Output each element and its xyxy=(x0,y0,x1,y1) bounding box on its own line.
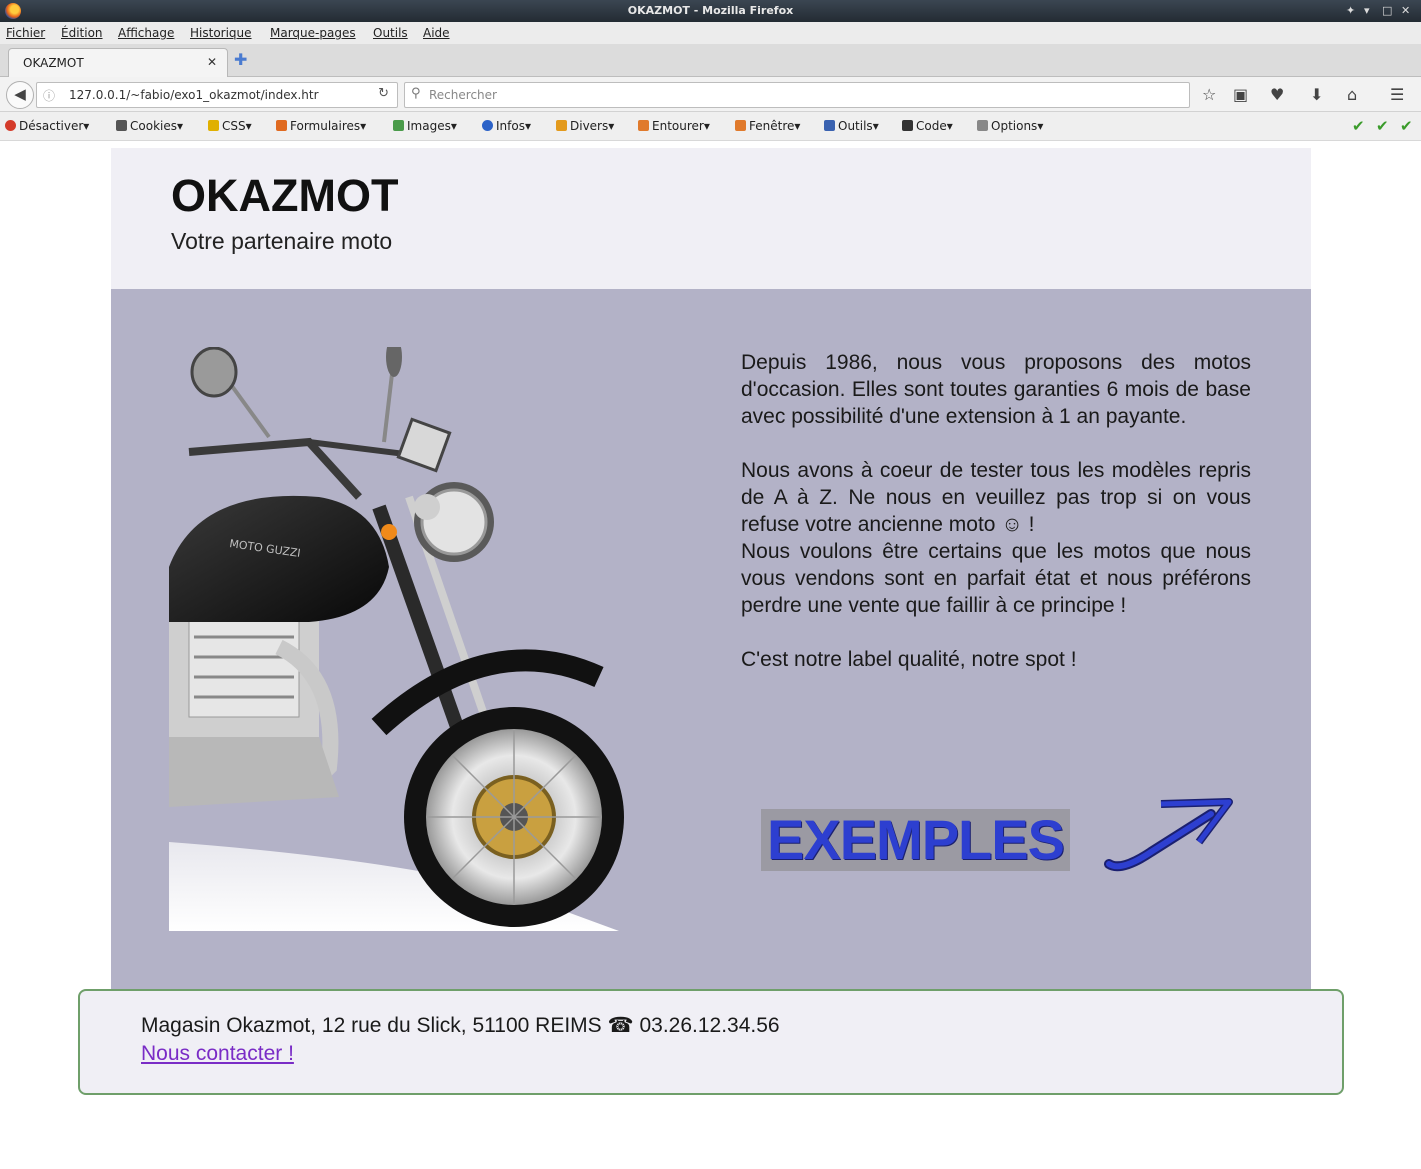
dev-css[interactable]: CSS▾ xyxy=(208,119,252,133)
html-valid-check-icon[interactable]: ✔ xyxy=(1376,117,1389,135)
dev-infos[interactable]: Infos▾ xyxy=(482,119,531,133)
code-icon xyxy=(902,120,913,131)
dev-divers[interactable]: Divers▾ xyxy=(556,119,614,133)
site-info-icon[interactable]: ⓘ xyxy=(43,87,55,104)
paragraph-quality: Nous voulons être certains que les motos… xyxy=(741,540,1251,617)
screenshot-icon[interactable]: ▣ xyxy=(1233,85,1248,104)
paragraph-intro: Depuis 1986, nous vous proposons des mot… xyxy=(741,351,1251,428)
navigation-bar: ◀ ⓘ 127.0.0.1/~fabio/exo1_okazmot/index.… xyxy=(0,77,1421,112)
hamburger-menu-icon[interactable]: ☰ xyxy=(1390,85,1404,104)
exemples-link[interactable]: EXEMPLES xyxy=(761,794,1241,884)
misc-icon xyxy=(556,120,567,131)
menu-edition[interactable]: Édition xyxy=(61,26,103,40)
address-text[interactable]: 127.0.0.1/~fabio/exo1_okazmot/index.htr xyxy=(69,88,319,102)
tools-icon xyxy=(824,120,835,131)
pocket-icon[interactable]: ♥ xyxy=(1270,85,1284,104)
menu-aide[interactable]: Aide xyxy=(423,26,450,40)
web-developer-toolbar: Désactiver▾ Cookies▾ CSS▾ Formulaires▾ I… xyxy=(0,112,1421,141)
window-close-icon[interactable]: ✕ xyxy=(1401,4,1410,17)
menu-fichier[interactable]: Fichier xyxy=(6,26,45,40)
dev-images[interactable]: Images▾ xyxy=(393,119,457,133)
window-pin-icon[interactable]: ✦ xyxy=(1346,4,1355,17)
back-arrow-icon[interactable]: ◀ xyxy=(6,81,34,109)
dev-cookies[interactable]: Cookies▾ xyxy=(116,119,183,133)
download-icon[interactable]: ⬇ xyxy=(1310,85,1323,104)
menu-affichage[interactable]: Affichage xyxy=(118,26,174,40)
dev-code[interactable]: Code▾ xyxy=(902,119,953,133)
arrow-icon[interactable] xyxy=(1101,794,1233,874)
site-logo: OKAZMOT xyxy=(171,170,399,221)
css-valid-check-icon[interactable]: ✔ xyxy=(1352,117,1365,135)
tab-bar: OKAZMOT ✕ xyxy=(0,44,1421,77)
reload-icon[interactable]: ↻ xyxy=(378,86,389,101)
window-minimize-icon[interactable]: ▾ xyxy=(1364,4,1370,17)
resize-icon xyxy=(735,120,746,131)
info-icon xyxy=(482,120,493,131)
window-titlebar: OKAZMOT - Mozilla Firefox ✦ ▾ □ ✕ xyxy=(0,0,1421,22)
search-placeholder[interactable]: Rechercher xyxy=(429,88,497,102)
disable-icon xyxy=(5,120,16,131)
tab-okazmot[interactable]: OKAZMOT ✕ xyxy=(8,48,228,77)
search-icon: ⚲ xyxy=(411,86,421,101)
menu-bar: Fichier Édition Affichage Historique Mar… xyxy=(0,22,1421,45)
menu-outils[interactable]: Outils xyxy=(373,26,408,40)
outline-pencil-icon xyxy=(638,120,649,131)
home-icon[interactable]: ⌂ xyxy=(1347,85,1357,104)
forms-icon xyxy=(276,120,287,131)
js-valid-check-icon[interactable]: ✔ xyxy=(1400,117,1413,135)
dev-formulaires[interactable]: Formulaires▾ xyxy=(276,119,366,133)
page-viewport: OKAZMOT Votre partenaire moto MOTO GUZZI… xyxy=(0,141,1421,1169)
exemples-label[interactable]: EXEMPLES xyxy=(761,809,1070,871)
bookmark-star-icon[interactable]: ☆ xyxy=(1202,85,1216,104)
description-text: Depuis 1986, nous vous proposons des mot… xyxy=(741,349,1251,673)
menu-historique[interactable]: Historique xyxy=(190,26,252,40)
paragraph-label: C'est notre label qualité, notre spot ! xyxy=(741,648,1077,671)
tab-label: OKAZMOT xyxy=(23,56,84,70)
new-tab-icon[interactable]: ✚ xyxy=(234,50,247,69)
dev-outils[interactable]: Outils▾ xyxy=(824,119,879,133)
window-title: OKAZMOT - Mozilla Firefox xyxy=(627,4,794,17)
site-tagline: Votre partenaire moto xyxy=(171,228,393,254)
search-box[interactable]: ⚲ Rechercher xyxy=(404,82,1190,108)
motorcycle-image: MOTO GUZZI xyxy=(169,347,624,931)
paragraph-testing: Nous avons à coeur de tester tous les mo… xyxy=(741,459,1251,536)
dev-options[interactable]: Options▾ xyxy=(977,119,1043,133)
site-header: OKAZMOT Votre partenaire moto xyxy=(111,148,1311,289)
dev-fenetre[interactable]: Fenêtre▾ xyxy=(735,119,800,133)
tab-close-icon[interactable]: ✕ xyxy=(207,55,217,69)
store-address: Magasin Okazmot, 12 rue du Slick, 51100 … xyxy=(141,1014,780,1037)
cookie-icon xyxy=(116,120,127,131)
window-maximize-icon[interactable]: □ xyxy=(1382,4,1392,17)
address-bar[interactable]: ⓘ 127.0.0.1/~fabio/exo1_okazmot/index.ht… xyxy=(36,82,398,108)
main-section: MOTO GUZZI Depuis 1986, nous vous propos… xyxy=(111,289,1311,989)
menu-marque-pages[interactable]: Marque-pages xyxy=(270,26,356,40)
site-footer: Magasin Okazmot, 12 rue du Slick, 51100 … xyxy=(78,989,1344,1095)
options-icon xyxy=(977,120,988,131)
dev-desactiver[interactable]: Désactiver▾ xyxy=(5,119,89,133)
images-icon xyxy=(393,120,404,131)
css-pencil-icon xyxy=(208,120,219,131)
contact-link[interactable]: Nous contacter ! xyxy=(141,1042,294,1066)
dev-entourer[interactable]: Entourer▾ xyxy=(638,119,710,133)
